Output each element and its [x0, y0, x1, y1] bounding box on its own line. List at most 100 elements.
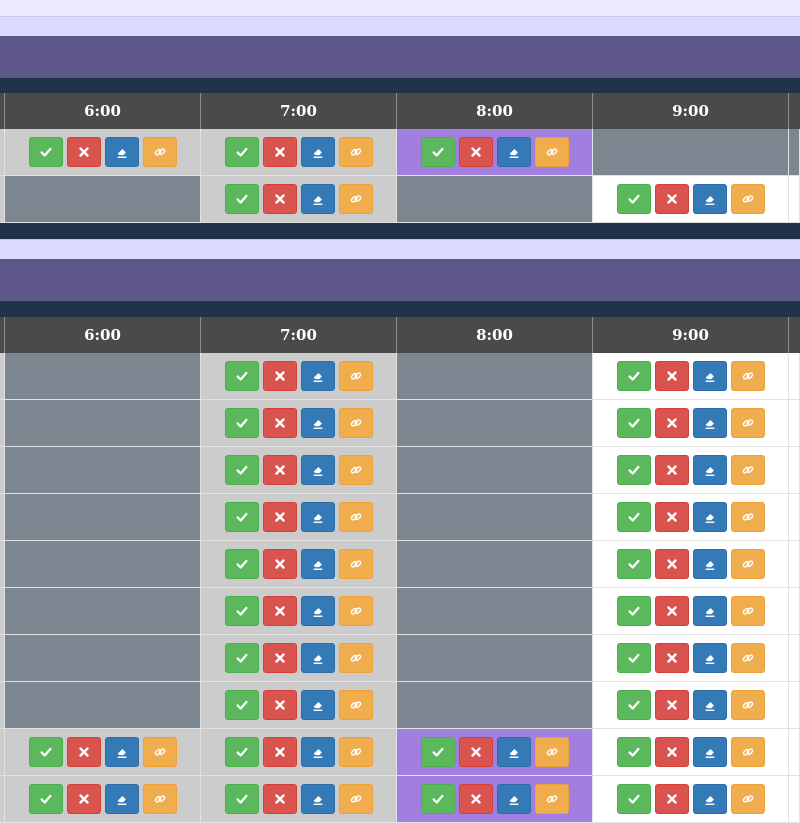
clear-button[interactable]	[692, 596, 727, 626]
schedule-cell[interactable]	[397, 588, 593, 635]
link-button[interactable]	[338, 137, 373, 167]
confirm-button[interactable]	[224, 137, 259, 167]
link-button[interactable]	[534, 137, 569, 167]
confirm-button[interactable]	[420, 137, 455, 167]
confirm-button[interactable]	[224, 361, 259, 391]
schedule-cell[interactable]	[5, 682, 201, 729]
clear-button[interactable]	[692, 502, 727, 532]
clear-button[interactable]	[692, 361, 727, 391]
clear-button[interactable]	[692, 455, 727, 485]
link-button[interactable]	[338, 184, 373, 214]
delete-button[interactable]	[262, 737, 297, 767]
link-button[interactable]	[338, 643, 373, 673]
link-button[interactable]	[730, 784, 765, 814]
schedule-cell[interactable]	[5, 635, 201, 682]
clear-button[interactable]	[104, 784, 139, 814]
confirm-button[interactable]	[28, 137, 63, 167]
delete-button[interactable]	[654, 184, 689, 214]
delete-button[interactable]	[262, 408, 297, 438]
delete-button[interactable]	[458, 137, 493, 167]
link-button[interactable]	[730, 596, 765, 626]
confirm-button[interactable]	[616, 690, 651, 720]
clear-button[interactable]	[692, 408, 727, 438]
delete-button[interactable]	[262, 549, 297, 579]
confirm-button[interactable]	[616, 596, 651, 626]
delete-button[interactable]	[654, 596, 689, 626]
link-button[interactable]	[730, 549, 765, 579]
clear-button[interactable]	[300, 643, 335, 673]
clear-button[interactable]	[300, 784, 335, 814]
clear-button[interactable]	[300, 737, 335, 767]
confirm-button[interactable]	[616, 455, 651, 485]
link-button[interactable]	[534, 737, 569, 767]
schedule-cell[interactable]	[5, 588, 201, 635]
delete-button[interactable]	[458, 784, 493, 814]
schedule-cell[interactable]	[397, 353, 593, 400]
link-button[interactable]	[142, 737, 177, 767]
confirm-button[interactable]	[224, 643, 259, 673]
delete-button[interactable]	[654, 549, 689, 579]
link-button[interactable]	[338, 549, 373, 579]
confirm-button[interactable]	[616, 184, 651, 214]
clear-button[interactable]	[104, 737, 139, 767]
schedule-cell[interactable]	[397, 400, 593, 447]
schedule-cell[interactable]	[593, 129, 789, 176]
schedule-cell[interactable]	[397, 176, 593, 223]
link-button[interactable]	[730, 184, 765, 214]
schedule-cell[interactable]	[5, 353, 201, 400]
clear-button[interactable]	[300, 137, 335, 167]
schedule-cell[interactable]	[397, 541, 593, 588]
delete-button[interactable]	[458, 737, 493, 767]
link-button[interactable]	[338, 361, 373, 391]
confirm-button[interactable]	[616, 784, 651, 814]
delete-button[interactable]	[654, 737, 689, 767]
confirm-button[interactable]	[420, 737, 455, 767]
clear-button[interactable]	[496, 784, 531, 814]
delete-button[interactable]	[654, 643, 689, 673]
clear-button[interactable]	[692, 643, 727, 673]
schedule-cell[interactable]	[5, 541, 201, 588]
clear-button[interactable]	[300, 502, 335, 532]
schedule-cell[interactable]	[5, 176, 201, 223]
link-button[interactable]	[338, 596, 373, 626]
schedule-cell[interactable]	[397, 682, 593, 729]
delete-button[interactable]	[654, 361, 689, 391]
delete-button[interactable]	[262, 596, 297, 626]
delete-button[interactable]	[66, 737, 101, 767]
link-button[interactable]	[730, 690, 765, 720]
link-button[interactable]	[534, 784, 569, 814]
delete-button[interactable]	[262, 690, 297, 720]
delete-button[interactable]	[262, 184, 297, 214]
clear-button[interactable]	[300, 361, 335, 391]
confirm-button[interactable]	[616, 361, 651, 391]
delete-button[interactable]	[654, 455, 689, 485]
link-button[interactable]	[142, 784, 177, 814]
delete-button[interactable]	[262, 784, 297, 814]
schedule-cell[interactable]	[397, 635, 593, 682]
confirm-button[interactable]	[616, 549, 651, 579]
clear-button[interactable]	[300, 455, 335, 485]
confirm-button[interactable]	[224, 596, 259, 626]
link-button[interactable]	[338, 737, 373, 767]
delete-button[interactable]	[262, 361, 297, 391]
link-button[interactable]	[338, 455, 373, 485]
link-button[interactable]	[730, 643, 765, 673]
clear-button[interactable]	[300, 549, 335, 579]
confirm-button[interactable]	[224, 184, 259, 214]
confirm-button[interactable]	[616, 737, 651, 767]
confirm-button[interactable]	[224, 408, 259, 438]
clear-button[interactable]	[692, 784, 727, 814]
clear-button[interactable]	[692, 549, 727, 579]
schedule-cell[interactable]	[397, 494, 593, 541]
confirm-button[interactable]	[616, 502, 651, 532]
clear-button[interactable]	[104, 137, 139, 167]
delete-button[interactable]	[654, 502, 689, 532]
confirm-button[interactable]	[224, 502, 259, 532]
confirm-button[interactable]	[28, 784, 63, 814]
delete-button[interactable]	[66, 784, 101, 814]
link-button[interactable]	[730, 502, 765, 532]
clear-button[interactable]	[496, 137, 531, 167]
clear-button[interactable]	[692, 184, 727, 214]
link-button[interactable]	[338, 690, 373, 720]
confirm-button[interactable]	[28, 737, 63, 767]
